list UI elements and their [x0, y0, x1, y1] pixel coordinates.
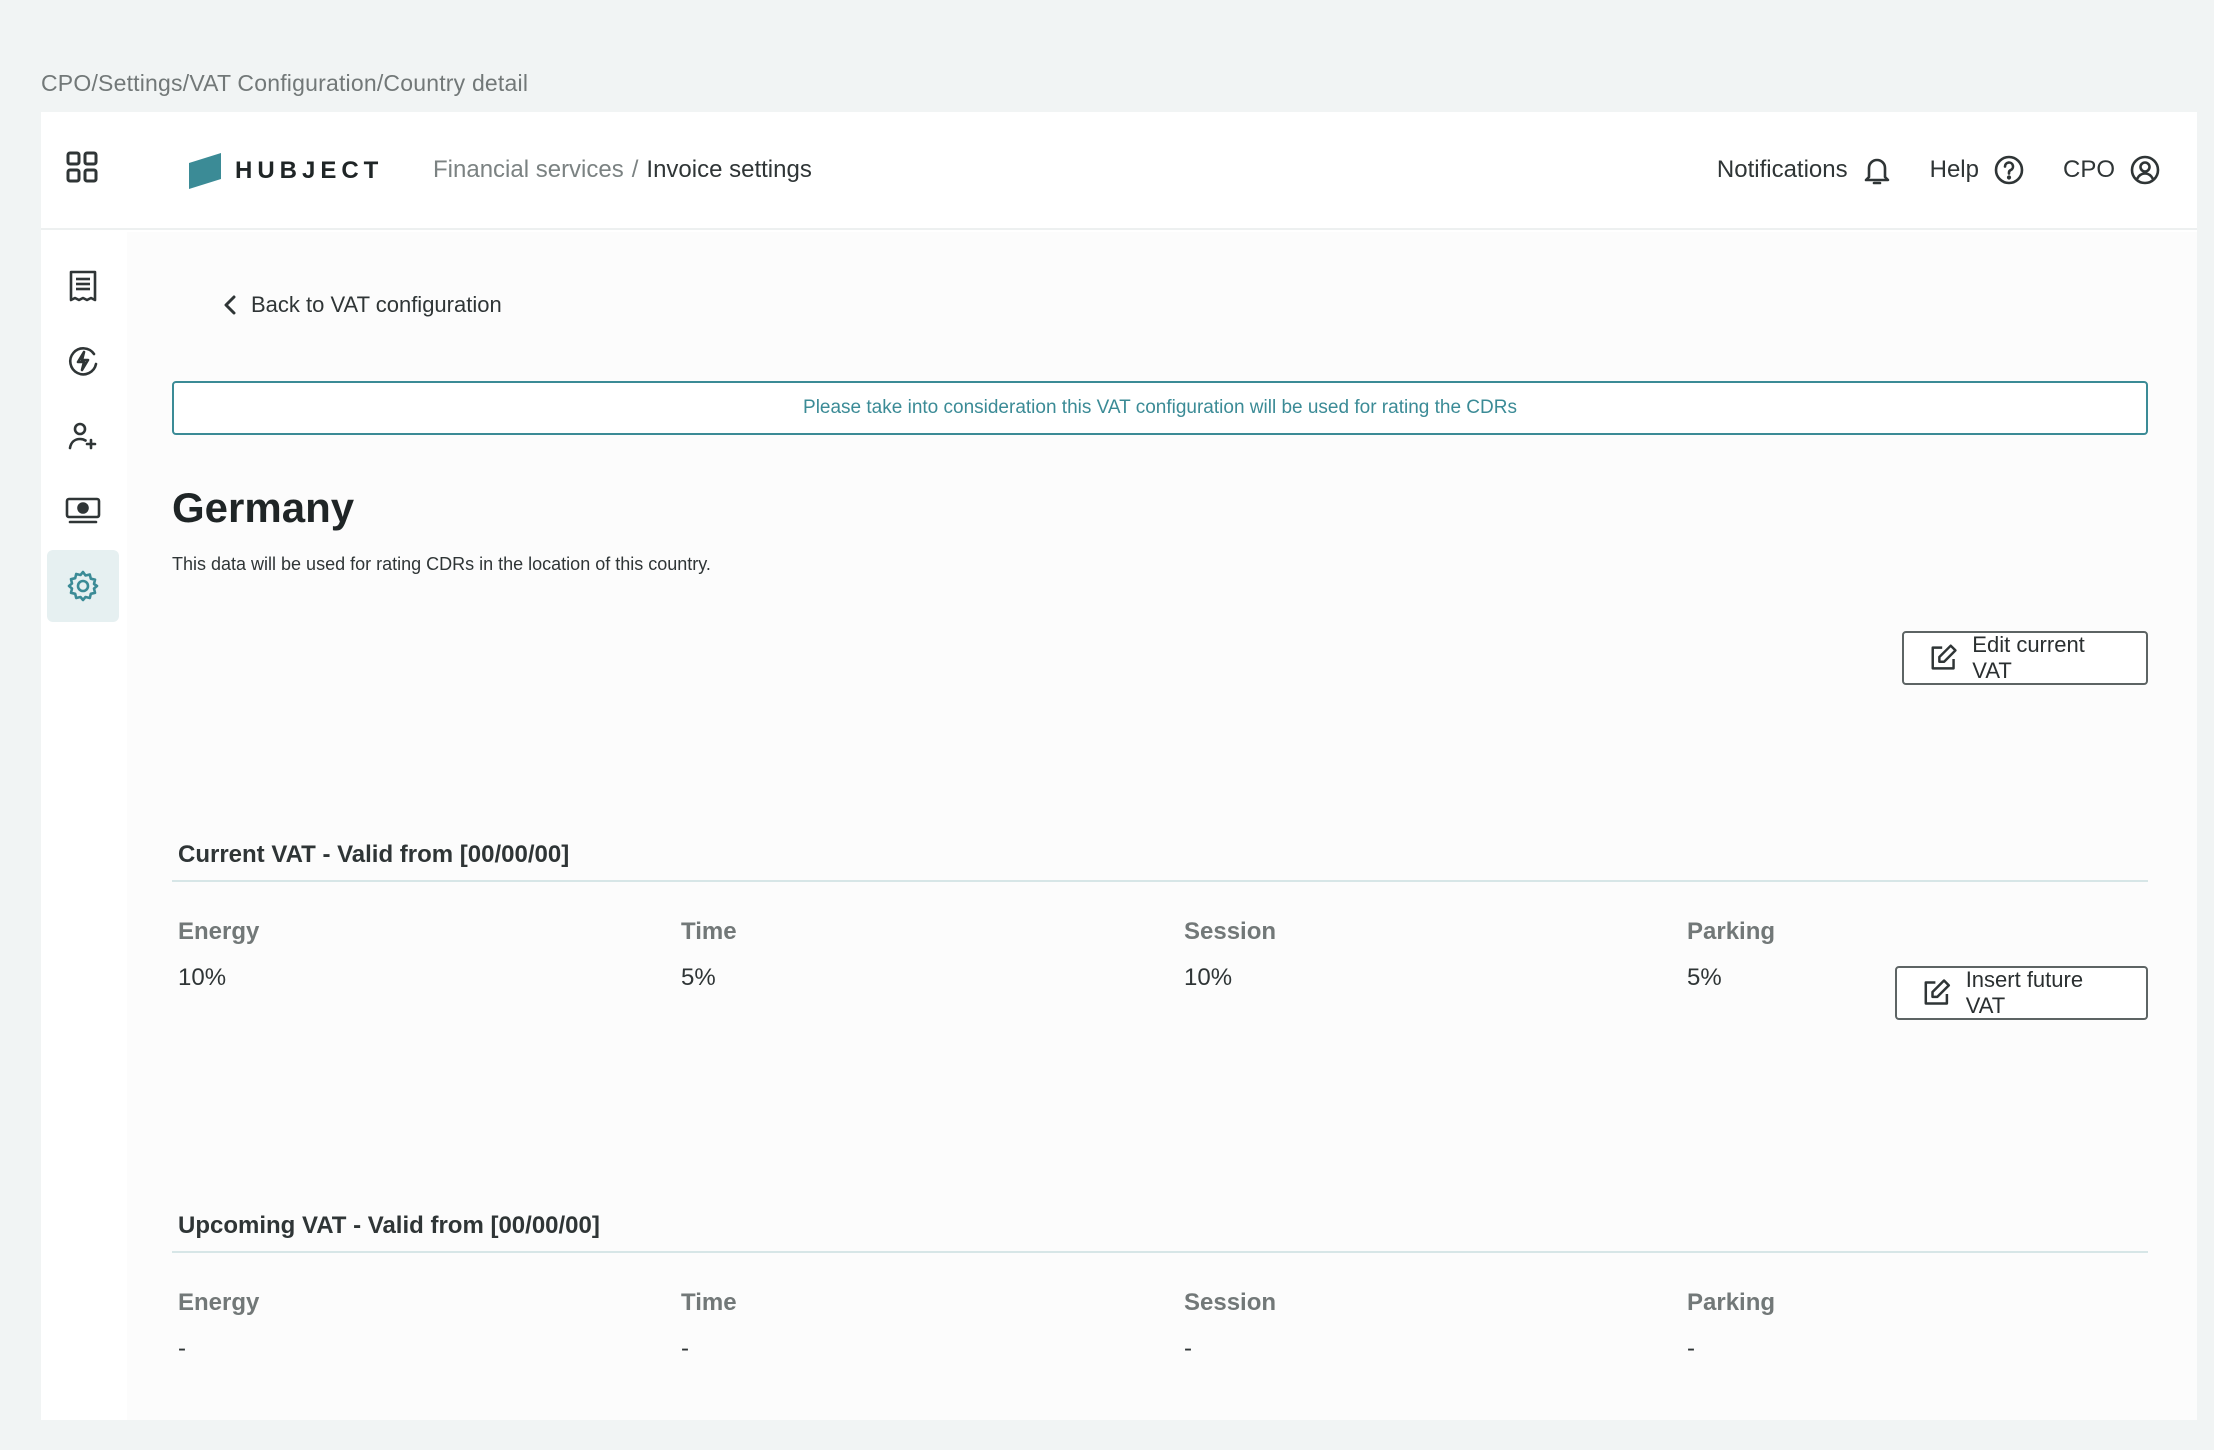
user-label: CPO	[2062, 156, 2115, 183]
upcoming-vat-session: Session -	[1184, 1289, 1644, 1363]
vat-value: -	[1184, 1335, 1192, 1362]
notifications-label: Notifications	[1716, 156, 1848, 183]
upcoming-vat-time: Time -	[681, 1289, 1141, 1363]
charging-icon	[68, 347, 98, 376]
insert-button-label: Insert future VAT	[1965, 967, 2084, 1018]
edit-button-label: Edit current VAT	[1972, 632, 2085, 683]
vat-label: Time	[681, 918, 737, 945]
vat-label: Session	[1184, 918, 1277, 945]
upcoming-vat-parking: Parking -	[1687, 1289, 2147, 1363]
upcoming-vat-divider	[172, 1251, 2148, 1253]
apps-grid-icon[interactable]	[65, 150, 99, 184]
breadcrumb-parent[interactable]: Financial services	[433, 156, 624, 184]
vat-value: -	[178, 1335, 186, 1362]
back-to-vat-link[interactable]: Back to VAT configuration	[223, 292, 502, 318]
user-circle-icon	[2130, 155, 2160, 185]
sidebar-item-users[interactable]	[47, 400, 119, 472]
edit-icon	[1924, 979, 1951, 1005]
breadcrumb-separator: /	[631, 156, 639, 183]
sidebar-item-settings[interactable]	[47, 550, 119, 622]
page-breadcrumb: CPO/Settings/VAT Configuration/Country d…	[41, 70, 529, 96]
edit-icon	[1931, 644, 1957, 670]
help-circle-icon	[1994, 155, 2024, 185]
money-icon	[65, 497, 101, 524]
upcoming-vat-energy: Energy -	[178, 1289, 638, 1363]
vat-value: 5%	[681, 964, 716, 991]
bell-icon	[1864, 158, 1889, 185]
vat-label: Energy	[178, 1289, 260, 1316]
edit-current-vat-button[interactable]: Edit current VAT	[1902, 631, 2148, 685]
vat-value: -	[681, 1335, 689, 1362]
vat-value: -	[1687, 1335, 1695, 1362]
sidebar-item-charging[interactable]	[47, 325, 119, 397]
breadcrumb-current: Invoice settings	[646, 156, 812, 183]
vat-label: Session	[1184, 1289, 1277, 1316]
user-menu-button[interactable]: CPO	[2063, 154, 2161, 186]
current-vat-time: Time 5%	[681, 918, 1141, 992]
back-label: Back to VAT configuration	[251, 292, 502, 317]
vat-label: Time	[681, 1289, 737, 1316]
current-vat-energy: Energy 10%	[178, 918, 638, 992]
vat-value: 10%	[1184, 964, 1233, 991]
page-subtitle: This data will be used for rating CDRs i…	[172, 554, 711, 574]
user-icon	[68, 422, 97, 450]
sidebar-item-billing[interactable]	[47, 475, 119, 547]
top-header: HUBJECT Financial services / Invoice set…	[41, 112, 2197, 230]
hubject-logo[interactable]: HUBJECT	[189, 152, 383, 190]
app-frame: HUBJECT Financial services / Invoice set…	[41, 112, 2197, 1420]
chevron-left-icon	[224, 295, 236, 315]
current-vat-session: Session 10%	[1184, 918, 1644, 992]
insert-future-vat-button[interactable]: Insert future VAT	[1895, 966, 2148, 1020]
sidebar-item-documents[interactable]	[47, 250, 119, 322]
logo-mark-icon	[189, 153, 221, 189]
vat-label: Parking	[1687, 1289, 1776, 1316]
gear-icon	[67, 570, 99, 602]
header-breadcrumb: Financial services / Invoice settings	[433, 156, 812, 184]
vat-label: Parking	[1687, 918, 1776, 945]
logo-text: HUBJECT	[235, 157, 384, 184]
current-vat-divider	[172, 880, 2148, 882]
help-label: Help	[1929, 156, 1979, 183]
header-actions: Notifications Help CPO	[1717, 148, 2161, 192]
vat-label: Energy	[178, 918, 260, 945]
sidebar	[41, 230, 125, 1420]
help-button[interactable]: Help	[1930, 154, 2025, 186]
notifications-button[interactable]: Notifications	[1717, 154, 1892, 186]
current-vat-title: Current VAT - Valid from [00/00/00]	[178, 841, 570, 868]
main-content: Back to VAT configuration Please take in…	[127, 232, 2197, 1420]
upcoming-vat-title: Upcoming VAT - Valid from [00/00/00]	[178, 1212, 600, 1239]
info-notice: Please take into consideration this VAT …	[172, 381, 2148, 435]
vat-value: 10%	[178, 964, 227, 991]
document-list-icon	[69, 270, 97, 302]
page-title: Germany	[172, 484, 355, 531]
